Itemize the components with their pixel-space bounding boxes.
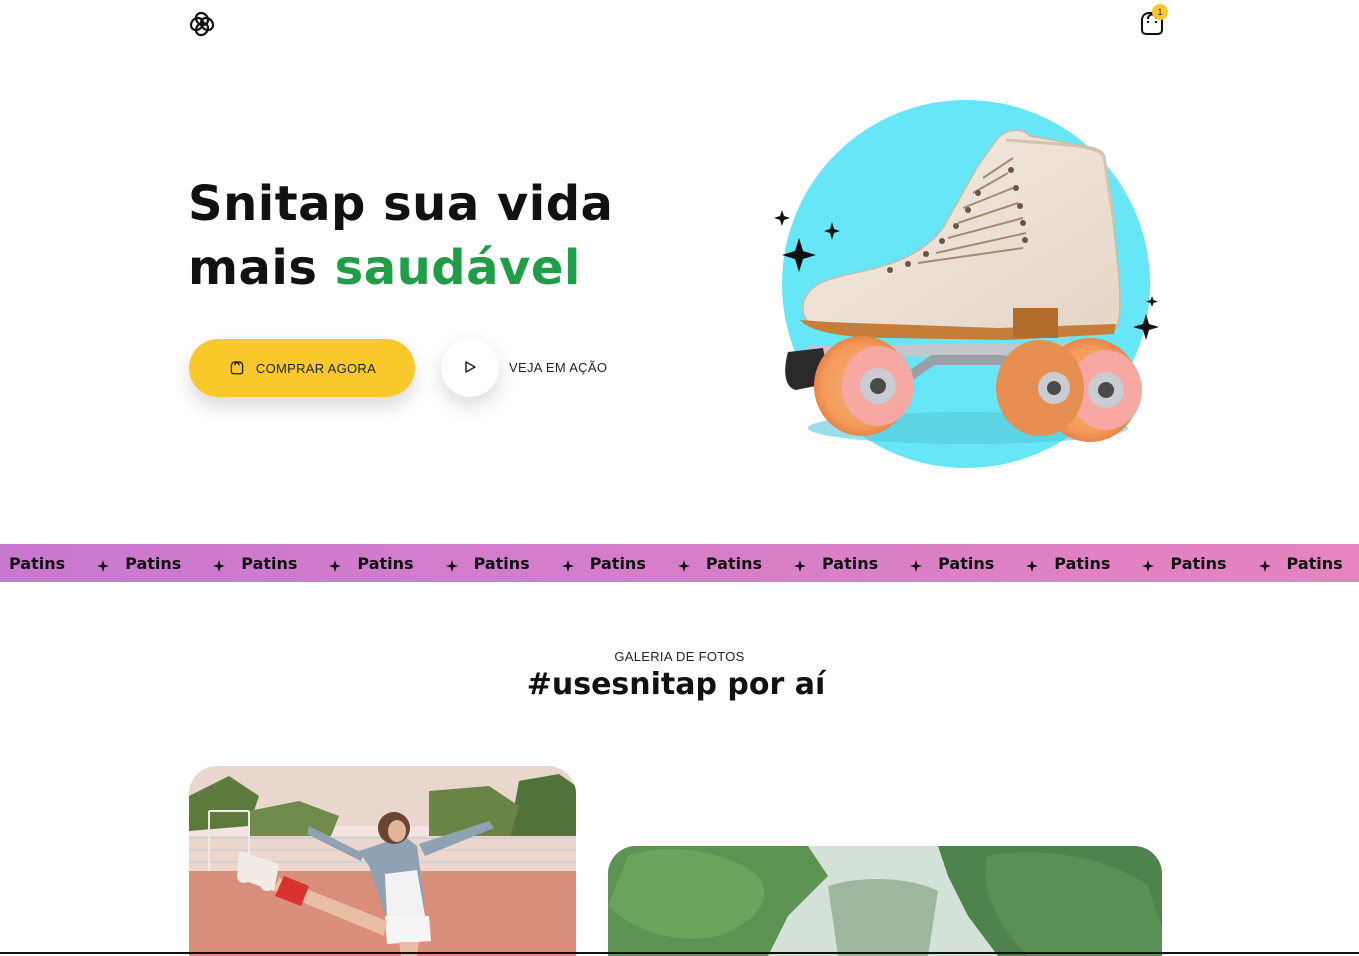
sparkle-icon: [97, 557, 110, 572]
hero-title-line1: Snitap sua vida: [188, 176, 614, 232]
marquee-item-label: Patins: [1170, 553, 1227, 573]
site-header: 1: [0, 0, 1359, 50]
marquee-item: Patins: [1271, 554, 1359, 573]
sparkle-icon: [910, 557, 923, 572]
park-photo: [608, 846, 1162, 956]
gallery-kicker: GALERIA DE FOTOS: [614, 649, 745, 664]
gallery-title: #usesnitap por aí: [526, 667, 826, 702]
hero-title-line2: mais: [188, 240, 335, 296]
sparkle-icon: [1142, 557, 1155, 572]
sparkle-icon: [1026, 557, 1039, 572]
marquee-item-label: Patins: [1054, 553, 1111, 573]
play-icon: [463, 360, 477, 377]
marquee-item-label: Patins: [705, 553, 762, 573]
sparkle-icon: [561, 557, 574, 572]
marquee-item-label: Patins: [1286, 553, 1343, 573]
marquee-item-label: Patins: [241, 553, 298, 573]
hero-title: Snitap sua vida mais saudável: [188, 172, 658, 300]
marquee-item-label: Patins: [589, 553, 646, 573]
sparkle-icon: [1258, 557, 1271, 572]
marquee-item-label: Patins: [938, 553, 995, 573]
marquee-item: Patins: [109, 553, 226, 573]
marquee-item: Patins: [574, 554, 690, 573]
marquee-item-label: Patins: [125, 553, 182, 573]
skater-photo: [189, 766, 576, 956]
snitap-logo-icon[interactable]: [188, 10, 216, 38]
gallery-photo[interactable]: [608, 846, 1162, 956]
play-video-label[interactable]: VEJA EM AÇÃO: [509, 360, 607, 375]
sparkle-icon: [677, 557, 690, 572]
marquee-item: Patins: [922, 553, 1039, 573]
sparkle-icon: [445, 557, 458, 572]
sparkle-icon: [213, 557, 226, 572]
marquee-banner: Patins Patins Patins Patins Patins Patins Pati…: [0, 544, 1359, 582]
marquee-item-label: Patins: [357, 553, 414, 573]
shopping-bag-icon: [228, 358, 246, 379]
marquee-item: Patins: [1038, 553, 1155, 573]
gallery-photo[interactable]: [189, 766, 576, 956]
marquee-item: Patins: [0, 553, 110, 573]
sparkle-icon: [793, 557, 806, 572]
hero-title-accent: saudável: [334, 240, 581, 296]
marquee-item-label: Patins: [821, 553, 879, 573]
marquee-item-label: Patins: [9, 553, 66, 573]
buy-now-button[interactable]: COMPRAR AGORA: [189, 339, 415, 397]
marquee-item: Patins: [458, 554, 574, 573]
marquee-item-label: Patins: [473, 553, 530, 573]
marquee-item: Patins: [225, 553, 342, 573]
buy-now-label: COMPRAR AGORA: [255, 360, 377, 376]
cart-count-badge: 1: [1152, 4, 1168, 20]
play-video-button[interactable]: [441, 339, 499, 397]
roller-skate-illustration: [768, 98, 1168, 478]
marquee-item: Patins: [690, 554, 806, 573]
sparkle-icon: [329, 557, 342, 572]
marquee-item: Patins: [806, 553, 923, 573]
marquee-item: Patins: [1154, 553, 1271, 573]
marquee-item: Patins: [341, 553, 458, 573]
